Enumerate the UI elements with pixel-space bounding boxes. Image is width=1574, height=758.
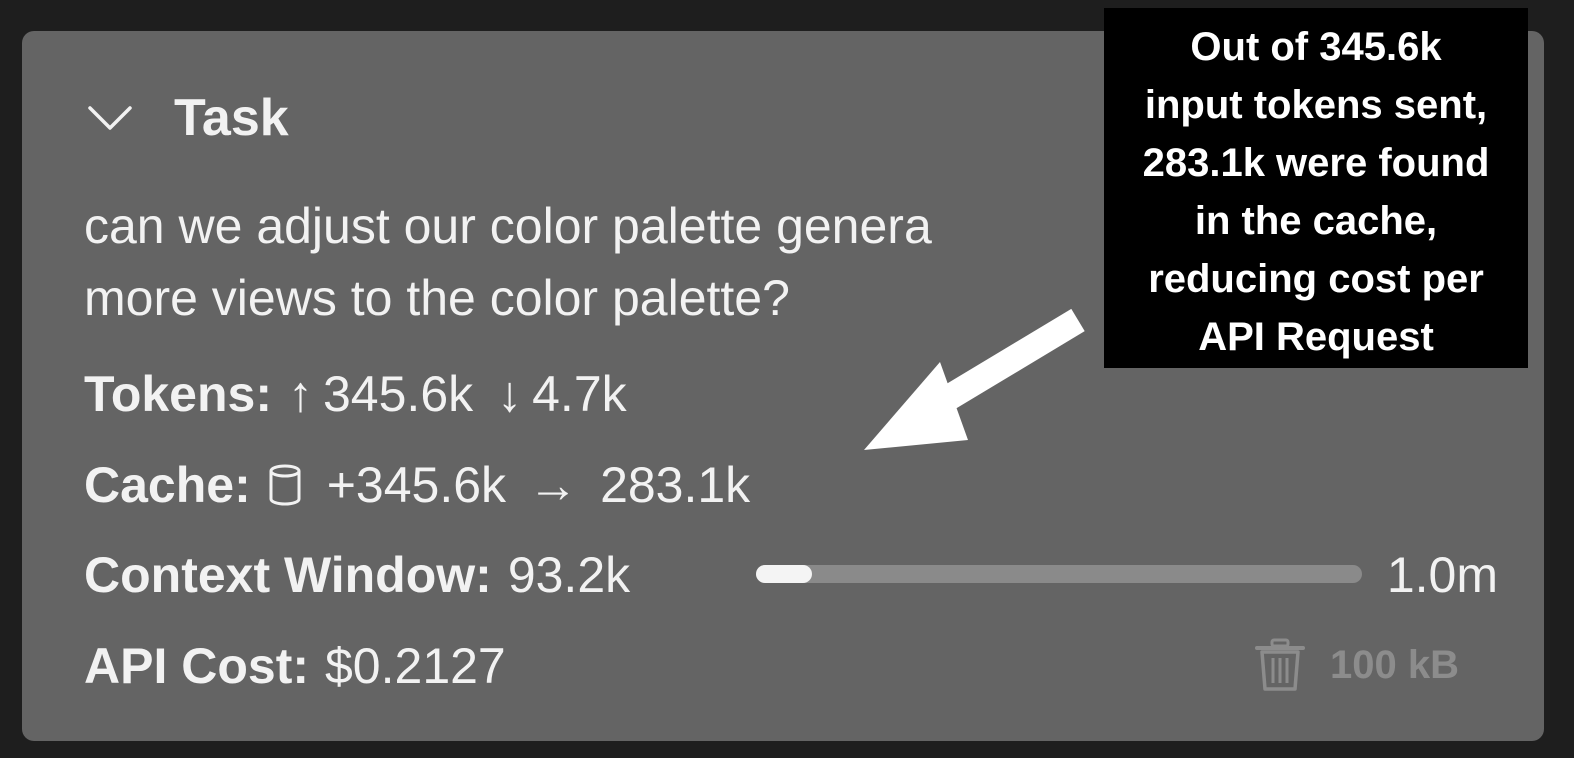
context-window-label: Context Window: xyxy=(84,547,492,603)
context-window-used: 93.2k xyxy=(507,547,631,603)
tokens-input-value: 345.6k xyxy=(323,366,474,422)
cache-writes-value: +345.6k xyxy=(326,457,507,513)
task-description-line: can we adjust our color palette genera xyxy=(84,198,932,254)
storage-size: 100 kB xyxy=(1330,642,1459,687)
task-header-toggle[interactable]: Task xyxy=(88,88,289,148)
annotation-line: API Request xyxy=(1198,315,1434,359)
annotation-line: 283.1k were found xyxy=(1142,141,1490,185)
database-cylinder-icon xyxy=(269,464,301,506)
trash-icon xyxy=(1255,638,1305,691)
api-cost-value: $0.2127 xyxy=(325,638,506,694)
arrow-down-icon: ↓ xyxy=(497,366,523,422)
chevron-down-icon xyxy=(88,106,132,130)
context-window-progress-fill xyxy=(756,565,813,583)
cache-label: Cache: xyxy=(84,457,251,513)
cache-arrow-right-icon: → xyxy=(528,457,579,513)
tokens-row: Tokens: ↑ 345.6k ↓ 4.7k xyxy=(84,364,627,424)
cache-row: Cache: +345.6k → 283.1k xyxy=(84,455,750,515)
context-window-row: Context Window: 93.2k xyxy=(84,545,630,605)
context-window-progress-bar xyxy=(756,565,1362,583)
annotation-callout: Out of 345.6k input tokens sent, 283.1k … xyxy=(1104,8,1528,368)
delete-task-button[interactable]: 100 kB xyxy=(1254,638,1459,692)
tokens-label: Tokens: xyxy=(84,366,272,422)
api-cost-label: API Cost: xyxy=(84,638,309,694)
context-window-max: 1.0m xyxy=(1386,547,1498,603)
api-cost-row: API Cost: $0.2127 xyxy=(84,636,506,696)
annotation-line: in the cache, xyxy=(1194,199,1438,243)
annotation-line: reducing cost per xyxy=(1148,257,1484,301)
task-description-line: more views to the color palette? xyxy=(84,270,790,326)
tokens-output-value: 4.7k xyxy=(532,366,627,422)
annotation-line: Out of 345.6k xyxy=(1190,25,1442,69)
arrow-up-icon: ↑ xyxy=(288,366,313,422)
cache-reads-value: 283.1k xyxy=(600,457,751,513)
annotation-line: input tokens sent, xyxy=(1144,83,1488,127)
task-title: Task xyxy=(174,89,289,147)
task-description: can we adjust our color palette genera m… xyxy=(84,190,1144,334)
